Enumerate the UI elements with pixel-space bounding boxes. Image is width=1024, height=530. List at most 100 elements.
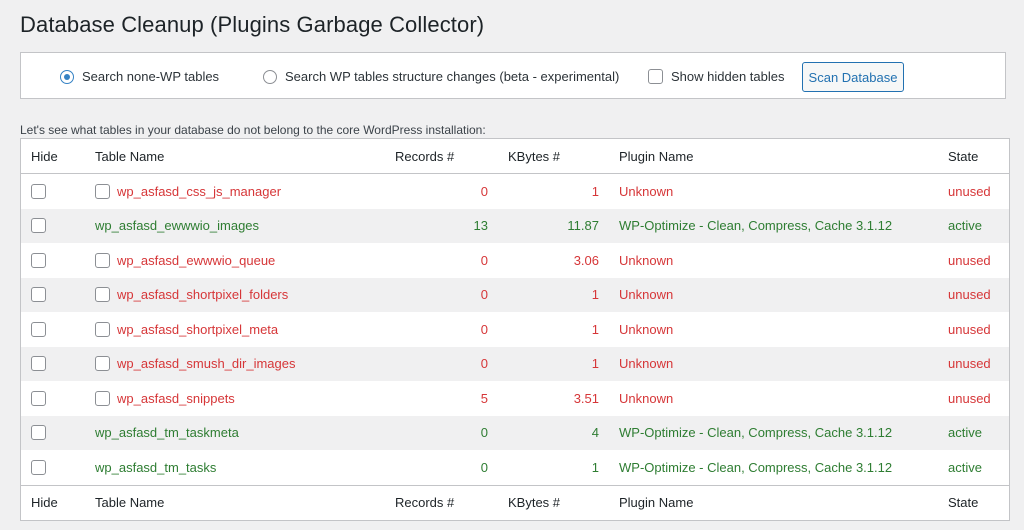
hide-row-checkbox[interactable]	[31, 252, 46, 268]
table-name: wp_asfasd_tm_tasks	[95, 459, 217, 475]
records-count: 0	[480, 356, 488, 372]
tables-list: Hide Table Name Records # KBytes # Plugi…	[20, 138, 1010, 521]
records-count: 5	[480, 390, 488, 406]
kbytes-size: 1	[591, 459, 599, 475]
table-row: wp_asfasd_ewwwio_queue 0 3.06 Unknown unused	[21, 243, 1009, 278]
hide-row-checkbox[interactable]	[31, 183, 46, 199]
show-hidden-checkbox[interactable]	[648, 69, 663, 84]
kbytes-size: 11.87	[567, 218, 599, 234]
col-header-state: State	[948, 148, 979, 164]
delete-table-checkbox[interactable]	[95, 252, 110, 268]
table-row: wp_asfasd_smush_dir_images 0 1 Unknown unuse…	[21, 346, 1009, 382]
page-title: Database Cleanup (Plugins Garbage Collec…	[20, 12, 485, 37]
plugin-name: Unknown	[619, 356, 674, 372]
hide-cell	[31, 416, 46, 451]
show-hidden-tables-toggle[interactable]: Show hidden tables	[648, 53, 784, 100]
table-name-cell: wp_asfasd_snippets	[95, 381, 235, 416]
table-name-cell: wp_asfasd_css_js_manager	[95, 174, 281, 209]
state-label: unused	[948, 287, 991, 303]
records-count: 0	[480, 287, 488, 303]
records-count: 0	[480, 321, 488, 337]
table-row: wp_asfasd_css_js_manager 0 1 Unknown unused	[21, 174, 1009, 209]
col-header-table-name: Table Name	[95, 148, 165, 164]
table-name-cell: wp_asfasd_ewwwio_queue	[95, 243, 275, 278]
state-label: unused	[948, 183, 991, 199]
radio-selected-indicator[interactable]	[60, 69, 74, 84]
kbytes-size: 1	[591, 183, 599, 199]
hide-row-checkbox[interactable]	[31, 287, 46, 303]
plugin-name: WP-Optimize - Clean, Compress, Cache 3.1…	[619, 425, 893, 441]
plugin-name: Unknown	[619, 321, 674, 337]
table-row: wp_asfasd_ewwwio_images 13 11.87 WP-Optimiz…	[21, 208, 1009, 244]
records-count: 13	[473, 218, 488, 234]
delete-table-checkbox[interactable]	[95, 321, 110, 337]
radio-none-wp-tables[interactable]: Search none-WP tables	[60, 53, 219, 100]
kbytes-size: 1	[591, 321, 599, 337]
col-header-kbytes: KBytes #	[508, 148, 561, 164]
kbytes-size: 3.06	[573, 252, 599, 268]
table-name: wp_asfasd_smush_dir_images	[117, 356, 296, 372]
table-name: wp_asfasd_snippets	[117, 390, 235, 406]
plugin-name: Unknown	[619, 252, 674, 268]
table-footer: Hide Table Name Records # KBytes # Plugi…	[21, 484, 1009, 520]
table-header: Hide Table Name Records # KBytes # Plugi…	[21, 139, 1009, 174]
records-count: 0	[480, 252, 488, 268]
hide-cell	[31, 278, 46, 313]
hide-row-checkbox[interactable]	[31, 425, 46, 441]
table-name: wp_asfasd_tm_taskmeta	[95, 425, 239, 441]
delete-table-checkbox[interactable]	[95, 356, 110, 372]
table-row: wp_asfasd_tm_tasks 0 1 WP-Optimize - Clean,…	[21, 450, 1009, 485]
scan-options-panel: Search none-WP tables Search WP tables s…	[20, 52, 1006, 99]
show-hidden-label: Show hidden tables	[671, 69, 785, 84]
hide-cell	[31, 243, 46, 278]
table-row: wp_asfasd_tm_taskmeta 0 4 WP-Optimize - Cle…	[21, 415, 1009, 451]
table-name-cell: wp_asfasd_ewwwio_images	[95, 209, 259, 244]
plugin-name: WP-Optimize - Clean, Compress, Cache 3.1…	[619, 459, 893, 475]
radio-indicator[interactable]	[263, 69, 277, 84]
radio-wp-structure-label: Search WP tables structure changes (beta…	[285, 69, 620, 84]
col-header-records: Records #	[395, 148, 455, 164]
hide-row-checkbox[interactable]	[31, 218, 46, 234]
hide-cell	[31, 347, 46, 382]
radio-none-wp-label: Search none-WP tables	[82, 69, 220, 84]
col-footer-kbytes: KBytes #	[508, 495, 561, 510]
col-header-plugin-name: Plugin Name	[619, 148, 694, 164]
radio-wp-structure-changes[interactable]: Search WP tables structure changes (beta…	[263, 53, 619, 100]
hide-cell	[31, 174, 46, 209]
state-label: unused	[948, 356, 991, 372]
hide-row-checkbox[interactable]	[31, 356, 46, 372]
table-name-cell: wp_asfasd_tm_tasks	[95, 450, 216, 485]
state-label: unused	[948, 390, 991, 406]
kbytes-size: 3.51	[573, 390, 599, 406]
delete-table-checkbox[interactable]	[95, 287, 110, 303]
scan-database-button[interactable]: Scan Database	[802, 62, 904, 92]
col-footer-table-name: Table Name	[95, 495, 165, 510]
table-row: wp_asfasd_shortpixel_meta 0 1 Unknown unused	[21, 312, 1009, 347]
kbytes-size: 1	[591, 287, 599, 303]
col-footer-records: Records #	[395, 495, 455, 510]
hide-cell	[31, 381, 46, 416]
col-header-hide: Hide	[31, 148, 58, 164]
state-label: active	[948, 425, 982, 441]
hide-row-checkbox[interactable]	[31, 390, 46, 406]
hide-row-checkbox[interactable]	[31, 321, 46, 337]
table-name: wp_asfasd_shortpixel_folders	[117, 287, 289, 303]
plugin-name: Unknown	[619, 287, 674, 303]
table-name: wp_asfasd_ewwwio_images	[95, 218, 260, 234]
delete-table-checkbox[interactable]	[95, 183, 110, 199]
col-footer-state: State	[948, 495, 979, 510]
col-footer-plugin-name: Plugin Name	[619, 495, 694, 510]
hide-row-checkbox[interactable]	[31, 459, 46, 475]
records-count: 0	[480, 183, 488, 199]
hide-cell	[31, 450, 46, 485]
col-footer-hide: Hide	[31, 495, 58, 510]
state-label: active	[948, 459, 982, 475]
table-row: wp_asfasd_shortpixel_folders 0 1 Unknown unu…	[21, 277, 1009, 313]
table-name-cell: wp_asfasd_tm_taskmeta	[95, 416, 239, 451]
table-row: wp_asfasd_snippets 5 3.51 Unknown unused	[21, 381, 1009, 416]
kbytes-size: 1	[591, 356, 599, 372]
delete-table-checkbox[interactable]	[95, 390, 110, 406]
table-name: wp_asfasd_ewwwio_queue	[117, 252, 276, 268]
records-count: 0	[480, 425, 488, 441]
hide-cell	[31, 312, 46, 347]
